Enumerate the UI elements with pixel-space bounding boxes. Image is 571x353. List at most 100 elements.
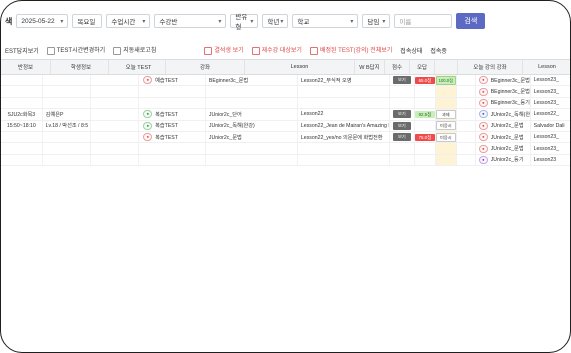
row-wb[interactable] — [390, 86, 415, 97]
row-extra — [457, 143, 477, 154]
table-row: ● BEginner3c_문법 Lesson23_ — [1, 86, 570, 98]
row-class — [1, 97, 43, 109]
course-tag: ● — [479, 144, 488, 153]
filter-answer[interactable]: EST답지보기 — [5, 46, 39, 55]
row-test: ● 예습TEST — [139, 75, 206, 86]
row-wrong: 미응시 — [435, 131, 457, 143]
section-select[interactable]: 반유형 ▾ — [230, 14, 259, 31]
row-student — [43, 131, 92, 143]
row-wb[interactable]: 보기 — [390, 109, 415, 120]
test-type-tag: ● — [143, 76, 153, 85]
course-tag: ● — [479, 121, 488, 130]
table-row: ● 예습TEST BEginner3c_문법 Lesson22_무식적 오영 보기 65.… — [1, 75, 570, 87]
filter-absent[interactable]: 결석생 보기 — [204, 45, 244, 55]
row-test — [139, 97, 206, 109]
row-score — [415, 143, 436, 154]
row-course — [206, 97, 298, 109]
chevron-down-icon: ▾ — [218, 18, 222, 25]
col-today-test: 오늘 TEST — [109, 60, 166, 74]
checkbox-icon — [204, 46, 213, 55]
row-lesson2: Lesson23_ — [531, 132, 570, 142]
row-course: BEginner3c_문법 — [206, 75, 298, 86]
col-wb: W B답지 — [355, 60, 385, 74]
row-class: 15:50~18:10 — [1, 120, 43, 131]
row-lesson: Lesson22_yes/no 의문문에 화법전환 — [298, 131, 390, 143]
row-today-course: ● JUnior2c_문법 — [476, 120, 531, 131]
test-type-tag: ● — [143, 110, 153, 119]
row-wrong: 100.0점 — [435, 75, 457, 86]
row-student-sub — [91, 75, 140, 86]
table-header: 반정보 학생정보 오늘 TEST 강좌 Lesson W B답지 점수 오답 오… — [1, 59, 570, 75]
filter-auto[interactable]: 지동새로고침 — [113, 45, 156, 55]
row-wb[interactable]: 보기 — [390, 120, 415, 131]
row-extra — [457, 120, 477, 131]
course-tag: ● — [479, 87, 488, 96]
view-button[interactable]: 보기 — [392, 76, 411, 85]
row-wrong — [435, 97, 457, 109]
row-lesson2: Lesson23_ — [531, 98, 570, 108]
row-extra — [457, 75, 477, 86]
date-field[interactable]: 2025-05-22 ▾ — [16, 14, 69, 28]
col-lesson: Lesson — [245, 60, 355, 74]
checkbox-icon — [309, 46, 318, 55]
col-wrong: 오답 — [410, 60, 435, 74]
row-course: JUnior2c_독해(완강) — [206, 120, 298, 131]
row-class — [1, 154, 43, 166]
weekday-select[interactable]: 목요일 — [72, 14, 103, 28]
filter-all-tests[interactable]: 배정된 TEST(강의) 전체보기 — [309, 45, 392, 55]
row-test — [139, 143, 206, 154]
row-extra — [457, 154, 477, 166]
grade-select[interactable]: 학년 ▾ — [262, 14, 289, 28]
row-lesson2: Lesson23_ — [531, 143, 570, 153]
filter-time[interactable]: TEST시간변경하기 — [46, 45, 105, 55]
row-wb[interactable] — [390, 97, 415, 109]
table-row: 15:50~18:10 Lv.18 / 박선조 / 8:5 ● 복습TEST JUnio… — [1, 120, 570, 132]
row-lesson — [298, 97, 390, 109]
view-button[interactable]: 보기 — [392, 121, 411, 130]
col-class: 반정보 — [1, 60, 51, 74]
row-student-sub — [91, 143, 140, 154]
row-wb[interactable] — [390, 143, 415, 154]
row-lesson2: Lesson23_ — [531, 75, 570, 85]
row-wrong — [435, 154, 457, 166]
row-wb[interactable]: 보기 — [390, 131, 415, 143]
row-wb[interactable] — [390, 154, 415, 166]
school-select[interactable]: 학교 ▾ — [292, 14, 359, 28]
table-row: ● JUnior2c_문법 Lesson23_ — [1, 143, 570, 155]
row-today-course: ● BEginner3c_문법 — [476, 75, 531, 86]
row-course — [206, 86, 298, 97]
row-student-sub — [91, 86, 140, 97]
row-course — [206, 143, 298, 154]
row-class — [1, 143, 43, 154]
row-student — [43, 143, 92, 154]
row-student — [43, 86, 92, 97]
row-student-sub — [91, 131, 140, 143]
view-button[interactable]: 보기 — [392, 110, 411, 119]
col-course: 강좌 — [166, 60, 245, 74]
row-lesson2: Lesson23 — [531, 155, 570, 165]
row-wb[interactable]: 보기 — [390, 75, 415, 86]
filter-retake[interactable]: 재수강 대상보기 — [251, 45, 302, 55]
row-lesson — [298, 143, 390, 154]
row-lesson2: Lesson23_ — [531, 86, 570, 96]
filter-status: 접속상태 — [400, 48, 423, 55]
teacher-select[interactable]: 담임 ▾ — [362, 14, 391, 28]
toolbar-title: 색 — [5, 16, 13, 26]
table-body: ● 예습TEST BEginner3c_문법 Lesson22_무식적 오영 보기 65.… — [1, 75, 570, 167]
course-select[interactable]: 수강반 ▾ — [154, 14, 227, 28]
row-score: 65.0점 — [414, 75, 436, 86]
class-time-select[interactable]: 수업시간 ▾ — [106, 14, 151, 28]
view-button[interactable]: 보기 — [392, 133, 411, 142]
row-score — [415, 97, 436, 109]
row-student: 김예은P — [43, 109, 92, 120]
row-lesson — [298, 154, 390, 166]
row-wrong: 미응시 — [435, 120, 457, 131]
table-row: ● JUnior2c_등기 Lesson23 — [1, 154, 570, 167]
row-test: ● 복습TEST — [139, 109, 206, 120]
name-input[interactable]: 이름 — [394, 14, 453, 28]
row-class — [1, 86, 43, 97]
course-tag: ● — [479, 98, 488, 107]
row-student-sub — [91, 120, 140, 131]
students-table: 반정보 학생정보 오늘 TEST 강좌 Lesson W B답지 점수 오답 오… — [1, 59, 570, 167]
search-button[interactable]: 검색 — [456, 13, 486, 29]
